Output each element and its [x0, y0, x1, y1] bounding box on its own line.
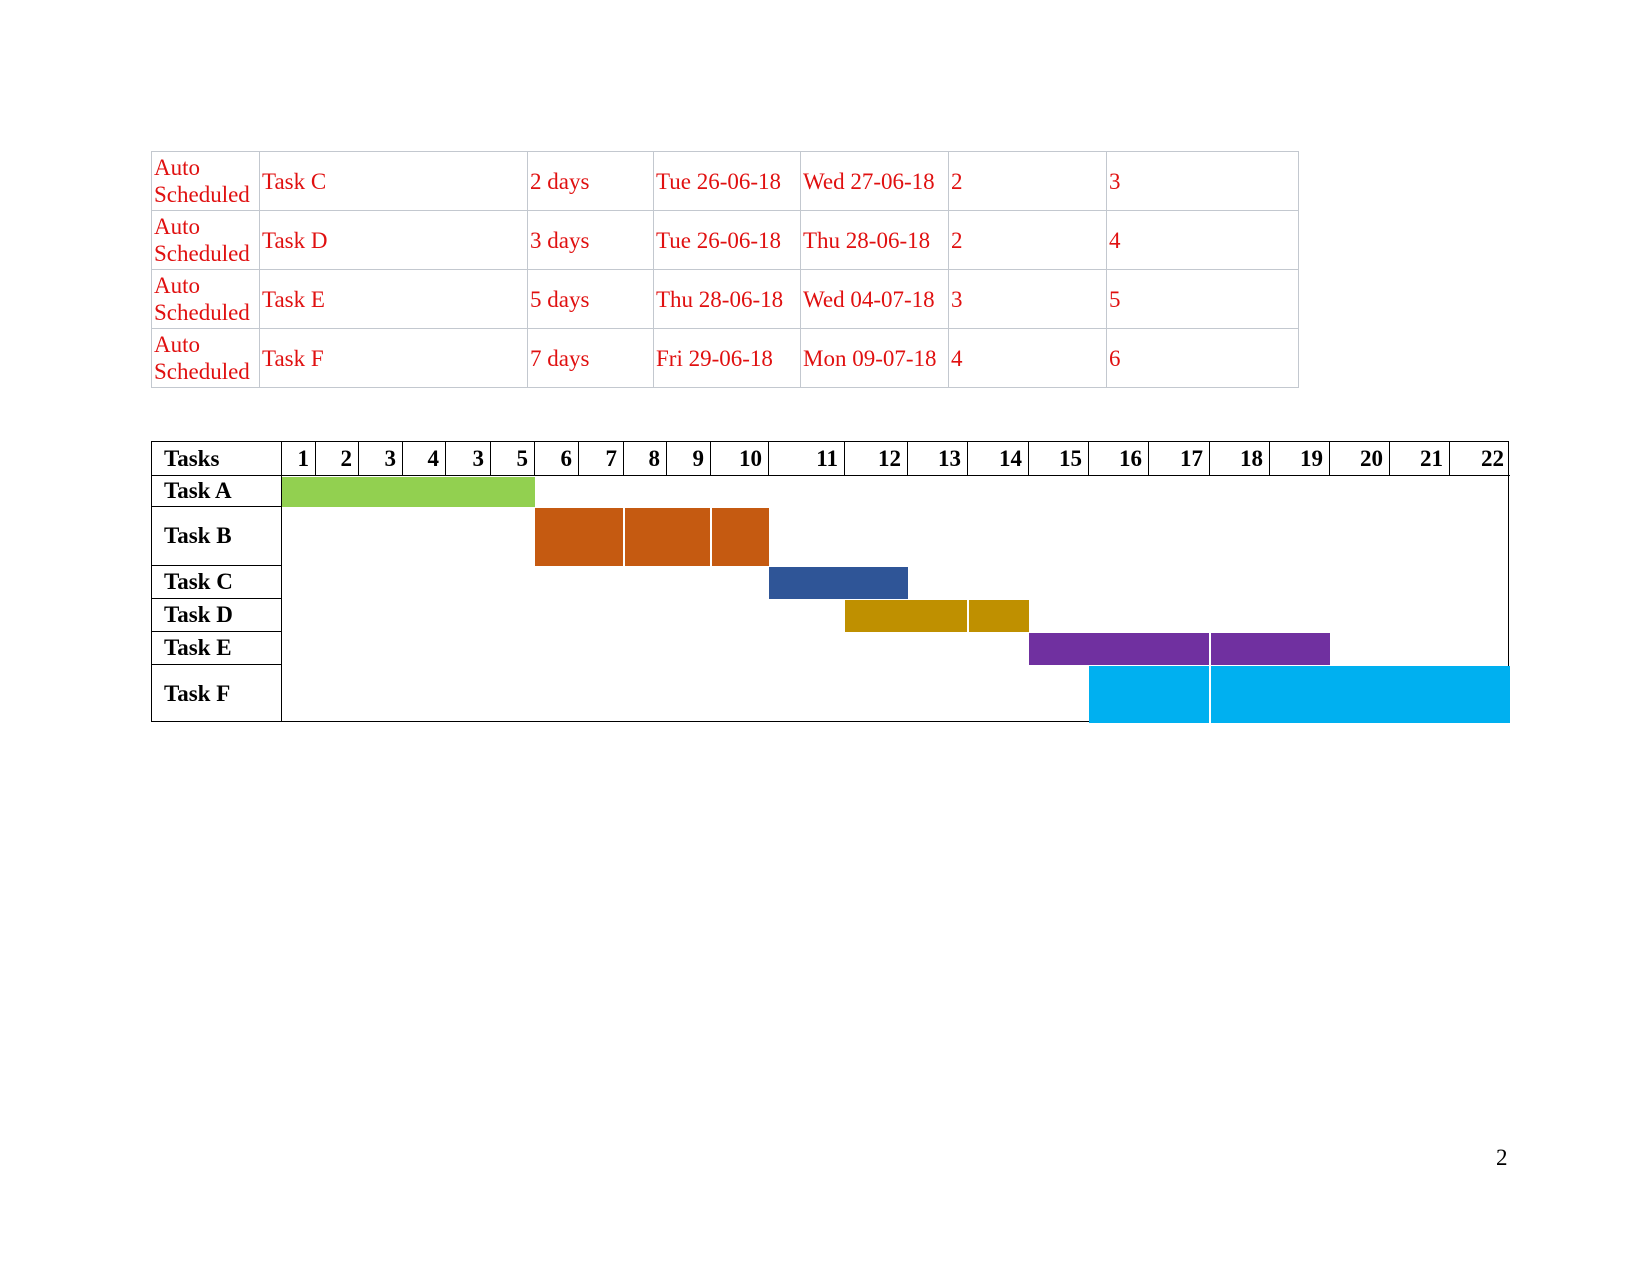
cell-id: 4 — [1106, 210, 1299, 270]
schedule-row: Auto Scheduled Task C2 days Tue 26-06-18 We… — [151, 151, 1299, 211]
gantt-header-tasks: Tasks — [152, 442, 281, 476]
cell-start: Fri 29-06-18 — [653, 328, 801, 388]
cell-task: Task E — [259, 269, 528, 329]
gantt-column-header: 3 — [359, 442, 403, 476]
gantt-bar-divider — [1209, 666, 1211, 723]
gantt-bar-task-d — [845, 600, 1029, 632]
gantt-bar-divider — [710, 508, 712, 566]
gantt-bar-task-b — [535, 508, 769, 566]
cell-task: Task D — [259, 210, 528, 270]
cell-id: 6 — [1106, 328, 1299, 388]
cell-id: 5 — [1106, 269, 1299, 329]
cell-finish: Wed 27-06-18 — [800, 151, 949, 211]
cell-duration: 5 days — [527, 269, 654, 329]
cell-finish: Wed 04-07-18 — [800, 269, 949, 329]
gantt-column-header: 9 — [667, 442, 711, 476]
gantt-column-header: 20 — [1330, 442, 1390, 476]
gantt-column-header: 12 — [845, 442, 908, 476]
gantt-column-header: 16 — [1089, 442, 1149, 476]
gantt-bar-divider — [967, 600, 969, 632]
cell-duration: 3 days — [527, 210, 654, 270]
gantt-task-label: Task A — [152, 476, 281, 507]
gantt-column-header: 6 — [535, 442, 579, 476]
gantt-column-header: 5 — [491, 442, 535, 476]
schedule-row: Auto Scheduled Task F7 days Fri 29-06-18 Mo… — [151, 328, 1299, 388]
page-number: 2 — [1496, 1145, 1508, 1170]
gantt-bar-task-a — [282, 477, 535, 507]
cell-start: Tue 26-06-18 — [653, 210, 801, 270]
cell-duration: 7 days — [527, 328, 654, 388]
gantt-bar-task-e — [1029, 633, 1330, 665]
cell-duration: 2 days — [527, 151, 654, 211]
schedule-row: Auto Scheduled Task D3 days Tue 26-06-18 Th… — [151, 210, 1299, 270]
gantt-column-header: 3 — [446, 442, 491, 476]
cell-start: Tue 26-06-18 — [653, 151, 801, 211]
gantt-bar-task-c — [769, 567, 908, 599]
gantt-column-header: 17 — [1149, 442, 1210, 476]
cell-predecessors: 3 — [948, 269, 1107, 329]
gantt-column-header: 14 — [968, 442, 1029, 476]
cell-start: Thu 28-06-18 — [653, 269, 801, 329]
gantt-column-header: 2 — [316, 442, 359, 476]
cell-task: Task F — [259, 328, 528, 388]
gantt-bar-divider — [1209, 633, 1211, 665]
gantt-column-header: 18 — [1210, 442, 1270, 476]
cell-predecessors: 4 — [948, 328, 1107, 388]
gantt-column-header: 10 — [711, 442, 769, 476]
gantt-bar-task-f — [1089, 666, 1510, 723]
cell-mode: Auto Scheduled — [151, 151, 260, 211]
cell-predecessors: 2 — [948, 210, 1107, 270]
gantt-column-header: 13 — [908, 442, 968, 476]
gantt-task-labels: Tasks Task A Task B Task C Task D Task E Task … — [152, 442, 282, 721]
cell-task: Task C — [259, 151, 528, 211]
gantt-column-header: 21 — [1390, 442, 1450, 476]
gantt-task-label: Task F — [164, 681, 231, 706]
gantt-task-label: Task B — [152, 507, 281, 566]
gantt-column-header: 15 — [1029, 442, 1089, 476]
gantt-chart: Tasks Task A Task B Task C Task D Task E Task … — [151, 441, 1510, 723]
cell-finish: Mon 09-07-18 — [800, 328, 949, 388]
gantt-column-header: 4 — [403, 442, 446, 476]
gantt-column-header: 8 — [624, 442, 667, 476]
gantt-task-label: Task E — [152, 632, 281, 665]
gantt-column-header: 22 — [1450, 442, 1510, 476]
gantt-column-header: 19 — [1270, 442, 1330, 476]
cell-mode: Auto Scheduled — [151, 269, 260, 329]
cell-predecessors: 2 — [948, 151, 1107, 211]
gantt-bar-divider — [623, 508, 625, 566]
cell-mode: Auto Scheduled — [151, 328, 260, 388]
schedule-table: Auto Scheduled Task C2 days Tue 26-06-18 We… — [151, 151, 1299, 388]
gantt-column-header: 7 — [579, 442, 624, 476]
schedule-row: Auto Scheduled Task E5 days Thu 28-06-18 We… — [151, 269, 1299, 329]
gantt-column-header: 11 — [769, 442, 845, 476]
gantt-task-label: Task C — [152, 566, 281, 599]
gantt-task-label: Task D — [152, 599, 281, 632]
cell-finish: Thu 28-06-18 — [800, 210, 949, 270]
gantt-column-header: 1 — [282, 442, 316, 476]
cell-id: 3 — [1106, 151, 1299, 211]
cell-mode: Auto Scheduled — [151, 210, 260, 270]
